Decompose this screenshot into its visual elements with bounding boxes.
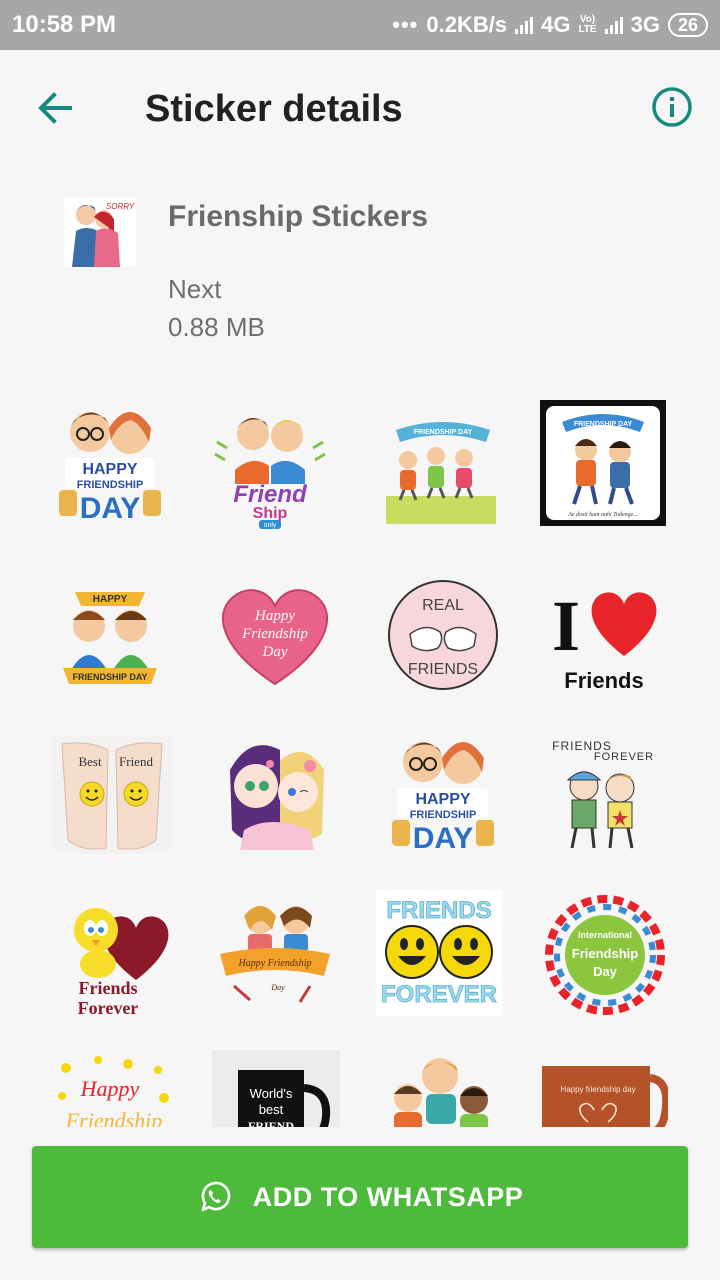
sticker-text: Ae dosti hum nahi Todenge...: [567, 512, 638, 518]
sticker-text: FRIENDSHIP DAY: [574, 421, 633, 428]
sticker-text: FOREVER: [381, 981, 497, 1008]
sticker-text: Day: [262, 644, 288, 660]
app-bar: Sticker details: [0, 50, 720, 165]
pack-author: Next: [168, 274, 222, 304]
sticker-text: DAY: [80, 492, 141, 525]
sticker-text: Day: [593, 964, 618, 979]
sticker[interactable]: [378, 1050, 508, 1127]
sticker-text: Friends: [564, 668, 643, 693]
sticker-text: FOREVER: [594, 751, 654, 763]
add-to-whatsapp-label: ADD TO WHATSAPP: [252, 1181, 524, 1212]
sticker[interactable]: REAL FRIENDS: [378, 570, 508, 700]
sticker-text: HAPPY: [415, 791, 470, 808]
more-dots: •••: [392, 12, 419, 37]
status-indicators: ••• 0.2KB/s 4G Vo) LTE 3G 26: [392, 11, 708, 39]
sticker-text: FRIEND: [248, 1119, 294, 1127]
sticker-text: Forever: [78, 998, 139, 1018]
sticker[interactable]: FRIENDS FOREVER: [540, 730, 670, 860]
pack-name: Frienship Stickers: [168, 200, 429, 233]
sticker-text: REAL: [422, 597, 464, 614]
page-title: Sticker details: [145, 88, 403, 130]
sticker-text: I: [552, 586, 580, 666]
sticker[interactable]: Happy Friendship Day: [210, 890, 340, 1020]
sticker-text: FRIENDSHIP: [410, 809, 477, 821]
sticker-text: Best: [78, 754, 102, 769]
sticker[interactable]: Best Friend: [48, 730, 178, 860]
sticker-text: FRIENDSHIP: [77, 479, 144, 491]
info-icon: [652, 87, 692, 127]
sticker-text: FRIENDSHIP DAY: [414, 429, 473, 436]
sticker-text: HAPPY: [82, 461, 137, 478]
sticker-text: FRIENDSHIP DAY: [72, 672, 147, 682]
info-button[interactable]: [650, 85, 694, 129]
sticker-text: Friends: [78, 978, 137, 998]
sticker[interactable]: FRIENDSHIP DAY: [378, 400, 508, 530]
sticker-text: DAY: [413, 822, 474, 855]
back-button[interactable]: [30, 86, 82, 130]
sticker-text: Happy: [80, 1076, 140, 1101]
sticker-text: FRIENDS: [408, 661, 478, 678]
sticker-grid: HAPPY FRIENDSHIP DAY Friend Ship only FR…: [0, 390, 720, 1127]
sticker-text: Friendship: [572, 946, 639, 961]
sticker[interactable]: Happy Friendship: [48, 1050, 178, 1127]
sticker[interactable]: Happy Friendship Day: [210, 570, 340, 700]
sticker-text: Friendship: [65, 1108, 163, 1127]
signal-icon-2: [604, 16, 623, 34]
sticker-text: only: [264, 522, 277, 529]
sticker-text: Happy: [254, 608, 295, 624]
sticker[interactable]: FRIENDSHIP DAY Ae dosti hum nahi Todenge…: [540, 400, 670, 530]
sticker-text: FRIENDS: [386, 897, 491, 924]
sticker[interactable]: I Friends: [540, 570, 670, 700]
volte-icon: Vo) LTE: [578, 15, 596, 35]
volte-bottom: LTE: [578, 24, 597, 35]
network-type-2: 3G: [630, 12, 660, 37]
sticker-text: Happy Friendship: [237, 958, 311, 969]
sticker[interactable]: World's best FRIEND: [212, 1050, 342, 1127]
sticker-text: Ship: [253, 505, 288, 522]
arrow-back-icon: [38, 92, 72, 124]
sticker-text: best: [259, 1102, 284, 1117]
sticker[interactable]: HAPPY FRIENDSHIP DAY: [45, 570, 175, 700]
sticker-text: Friend: [233, 481, 308, 508]
signal-icon: [515, 16, 534, 34]
sticker[interactable]: HAPPY FRIENDSHIP DAY: [45, 400, 175, 530]
whatsapp-icon: [201, 1181, 230, 1212]
sticker-text: HAPPY: [93, 594, 128, 605]
sticker[interactable]: Friend Ship only: [205, 400, 335, 530]
sticker-text: Happy friendship day: [560, 1085, 635, 1094]
pack-size: 0.88 MB: [168, 312, 265, 342]
status-time: 10:58 PM: [12, 11, 117, 38]
add-to-whatsapp-button[interactable]: ADD TO WHATSAPP: [32, 1146, 688, 1248]
sticker[interactable]: Friends Forever: [48, 890, 178, 1020]
thumb-caption: SORRY: [106, 202, 135, 211]
sticker[interactable]: Happy friendship day: [538, 1050, 668, 1127]
sticker[interactable]: [210, 730, 340, 860]
sticker[interactable]: HAPPY FRIENDSHIP DAY: [378, 730, 508, 860]
sticker-text: World's: [250, 1086, 293, 1101]
sticker-text: Day: [270, 983, 285, 992]
sticker[interactable]: FRIENDS FOREVER: [374, 888, 504, 1018]
sticker[interactable]: International Friendship Day: [540, 890, 670, 1020]
sticker-text: Friendship: [241, 626, 308, 642]
battery-icon: 26: [667, 13, 708, 37]
sticker-text: International: [578, 930, 632, 940]
status-bar: 10:58 PM ••• 0.2KB/s 4G Vo) LTE 3G 26: [0, 0, 720, 50]
network-speed: 0.2KB/s: [426, 12, 508, 37]
sticker-text: Friend: [119, 754, 153, 769]
network-type-1: 4G: [541, 12, 571, 37]
pack-thumbnail: SORRY: [64, 197, 136, 267]
